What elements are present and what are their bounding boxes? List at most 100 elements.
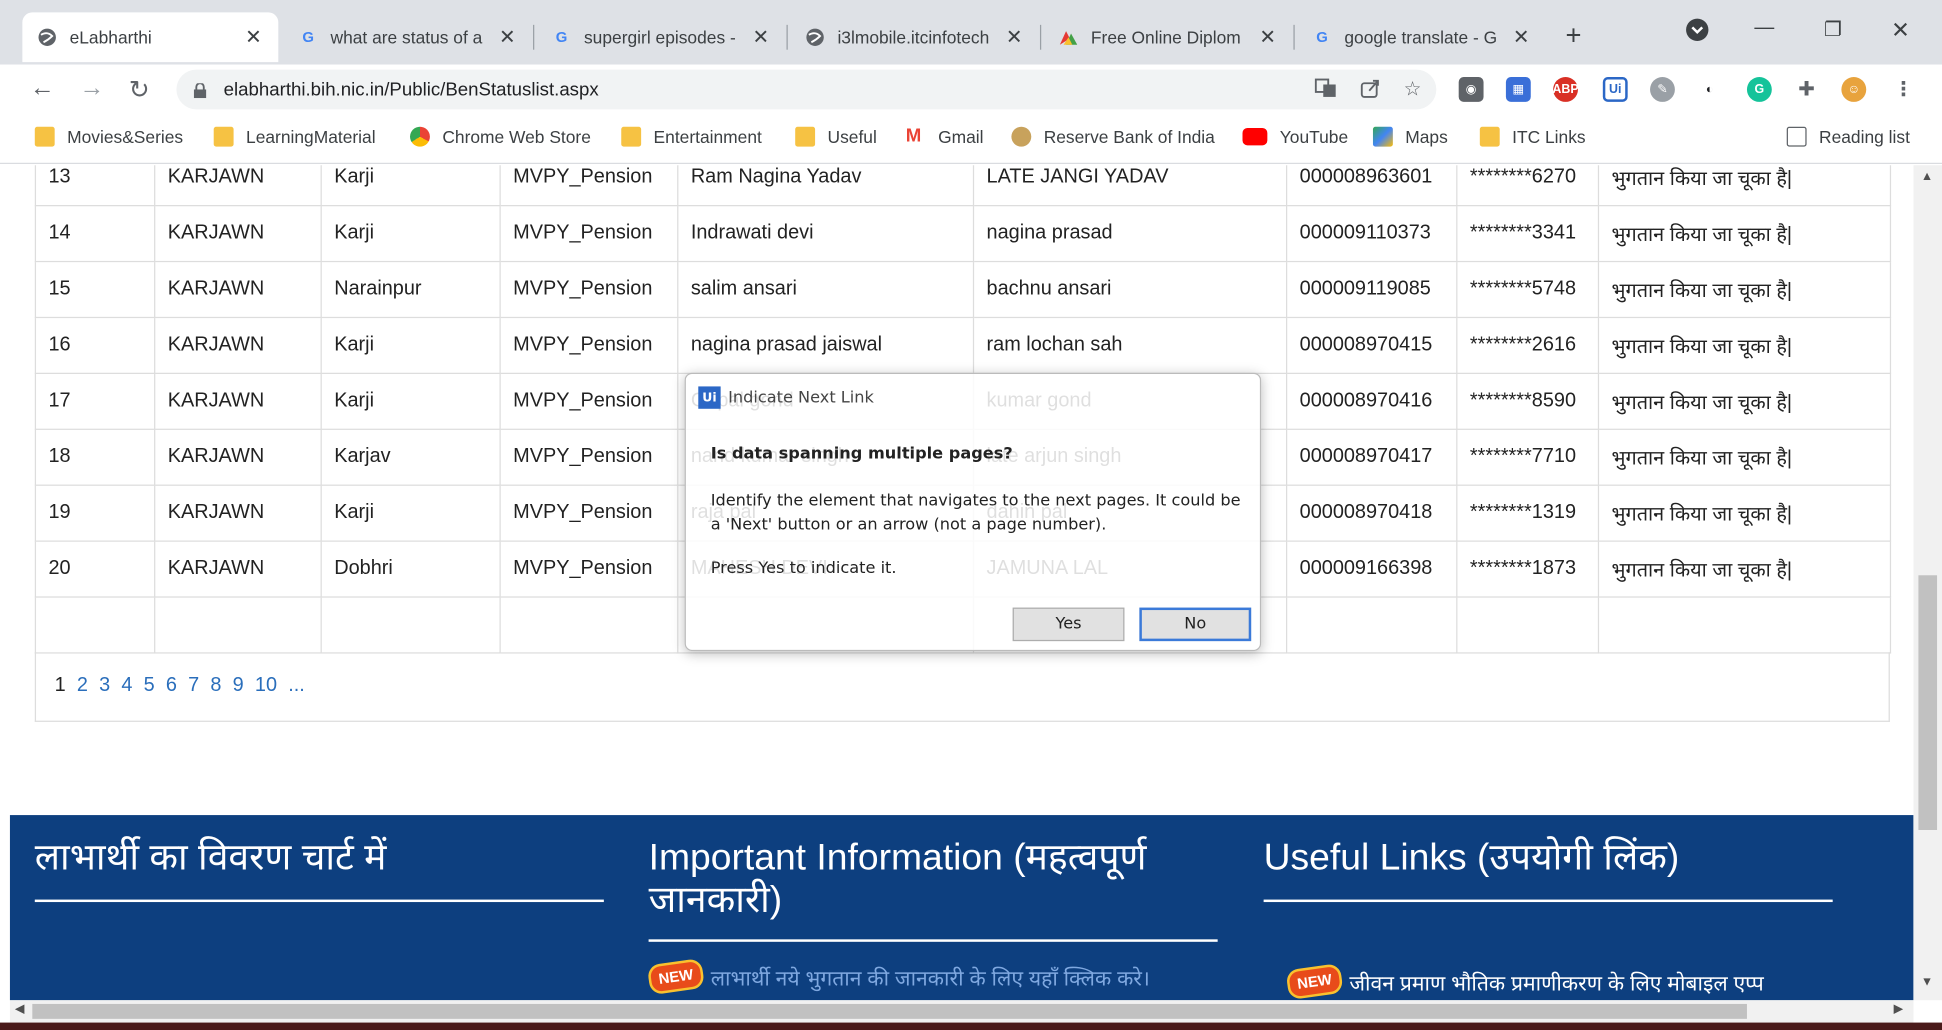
share-icon[interactable] [1359,77,1381,106]
page-link-4[interactable]: 4 [121,675,132,697]
scroll-right-arrow-icon[interactable]: ▶ [1894,1003,1904,1017]
horizontal-scrollbar[interactable]: ◀ ▶ [9,1000,1914,1023]
page-link-2[interactable]: 2 [77,675,88,697]
grammarly-icon[interactable]: G [1746,77,1772,102]
bookmark-learning-material[interactable]: LearningMaterial [213,126,376,147]
scroll-down-arrow-icon[interactable]: ▼ [1921,975,1933,989]
footer-heading: Important Information (महत्वपूर्ण जानकार… [648,837,1147,921]
rbi-icon [1011,126,1032,147]
bookmark-itc-links[interactable]: ITC Links [1479,126,1586,147]
footer-divider [34,899,604,903]
scheme-cell: MVPY_Pension [499,165,679,207]
close-icon[interactable]: ✕ [244,25,264,50]
page-link-1: 1 [54,674,66,696]
yes-button[interactable]: Yes [1012,607,1125,642]
footer-link-new-payment[interactable]: NEW लाभार्थी नये भुगतान की जानकारी के लि… [646,958,1150,996]
bookmark-label: Gmail [938,126,984,147]
tab-elabharthi[interactable]: eLabharthi ✕ [22,12,279,63]
back-icon[interactable]: ← [27,75,57,104]
pagination: 1 2 3 4 5 6 7 8 9 10... [55,675,305,697]
restore-icon[interactable]: ❐ [1824,17,1842,42]
bookmark-gmail[interactable]: M Gmail [905,125,984,147]
payment-status-cell: भुगतान किया जा चूका है| [1597,260,1892,319]
table-row: 13 KARJAWN Karji MVPY_Pension Ram Nagina Yad… [34,165,1892,207]
profile-avatar-icon[interactable]: ☺ [1841,77,1867,102]
horizontal-scroll-thumb[interactable] [32,1003,1747,1019]
block-cell: KARJAWN [154,316,322,374]
page-link-10[interactable]: 10 [255,675,277,697]
bookmark-youtube[interactable]: YouTube [1242,127,1348,147]
gmail-icon: M [905,125,922,147]
page-link-more[interactable]: ... [288,675,305,697]
bookmark-useful[interactable]: Useful [795,126,877,147]
tab-separator [786,24,788,50]
account-number-cell: ********7710 [1456,428,1600,486]
new-tab-plus-icon[interactable]: + [1566,20,1582,52]
extensions-puzzle-icon[interactable]: ✚ [1794,77,1820,102]
scroll-up-arrow-icon[interactable]: ▲ [1921,170,1933,184]
tab-search-icon[interactable] [1685,17,1710,48]
tab-google-status[interactable]: G what are status of a ✕ [283,12,532,62]
tab-strip: eLabharthi ✕ G what are status of a ✕ G … [0,0,1942,65]
google-icon: G [555,28,568,46]
footer-link-jeevan-pramaan[interactable]: NEW जीवन प्रमाण भौतिक प्रमाणीकरण के लिए … [1285,963,1764,1001]
tab-google-translate[interactable]: G google translate - G ✕ [1297,12,1546,62]
footer-divider [648,939,1218,942]
address-bar[interactable]: elabharthi.bih.nic.in/Public/BenStatusli… [176,69,1437,110]
close-icon[interactable]: ✕ [498,25,517,50]
reading-list-button[interactable]: Reading list [1786,126,1910,147]
page-link-5[interactable]: 5 [144,675,155,697]
tab-free-online-diploma[interactable]: Free Online Diplom ✕ [1044,12,1293,62]
page-link-7[interactable]: 7 [188,675,199,697]
extension-circle-icon[interactable]: ✎ [1650,77,1675,102]
tab-i3lmobile[interactable]: i3lmobile.itcinfotech ✕ [790,12,1039,62]
close-icon[interactable]: ✕ [1512,25,1531,50]
footer-col-useful: Useful Links (उपयोगी लिंक) [1263,837,1833,903]
bookmark-maps[interactable]: Maps [1372,126,1448,147]
bookmark-reserve-bank[interactable]: Reserve Bank of India [1011,126,1215,147]
adblock-plus-icon[interactable]: ABP [1552,77,1579,102]
bookmark-movies-series[interactable]: Movies&Series [34,126,183,147]
serial-cell: 15 [34,260,156,319]
bookmark-star-icon[interactable]: ☆ [1404,77,1422,106]
vertical-scrollbar[interactable]: ▲ ▼ [1913,165,1942,1001]
bookmark-label: Entertainment [653,126,762,147]
camera-icon[interactable]: ◉ [1458,77,1484,102]
minimize-icon[interactable]: — [1754,17,1774,39]
forward-icon[interactable]: → [77,75,107,104]
account-number-cell: ********5748 [1456,260,1600,319]
father-name-cell: ram lochan sah [972,316,1288,374]
table-row: 14 KARJAWN Karji MVPY_Pension Indrawati devi… [34,205,1892,263]
new-badge-icon: NEW [646,958,706,996]
uipath-icon[interactable]: Ui [1602,77,1628,102]
close-window-icon[interactable]: ✕ [1891,17,1910,43]
reload-icon[interactable]: ↻ [124,75,154,106]
page-link-9[interactable]: 9 [233,675,244,697]
menu-kebab-icon[interactable]: ⋮ [1891,77,1916,102]
bookmark-label: Useful [827,126,877,147]
extension-image-icon[interactable]: ▦ [1505,77,1531,102]
page-link-3[interactable]: 3 [99,675,110,697]
close-icon[interactable]: ✕ [1258,25,1277,50]
tab-title: eLabharthi [69,27,152,48]
globe-icon [37,27,57,47]
vertical-scroll-thumb[interactable] [1918,575,1938,830]
translate-icon[interactable] [1314,77,1336,106]
page-link-6[interactable]: 6 [166,675,177,697]
footer-heading: Useful Links (उपयोगी लिंक) [1263,837,1680,879]
payment-status-cell: भुगतान किया जा चूका है| [1597,484,1892,542]
empty-cell [34,596,156,654]
close-icon[interactable]: ✕ [751,25,770,50]
bookmark-chrome-web-store[interactable]: Chrome Web Store [410,126,591,147]
panchayat-cell: Dobhri [320,540,501,598]
no-button[interactable]: No [1139,607,1252,642]
scroll-left-arrow-icon[interactable]: ◀ [15,1003,25,1017]
close-icon[interactable]: ✕ [1005,25,1024,50]
extension-toggle-icon[interactable]: ◐ [1697,77,1723,102]
tab-supergirl[interactable]: G supergirl episodes - ✕ [537,12,786,62]
page-link-8[interactable]: 8 [210,675,221,697]
account-number-cell: ********6270 [1456,165,1600,207]
serial-cell: 17 [34,372,156,430]
empty-cell [1456,596,1600,654]
bookmark-entertainment[interactable]: Entertainment [621,126,762,147]
